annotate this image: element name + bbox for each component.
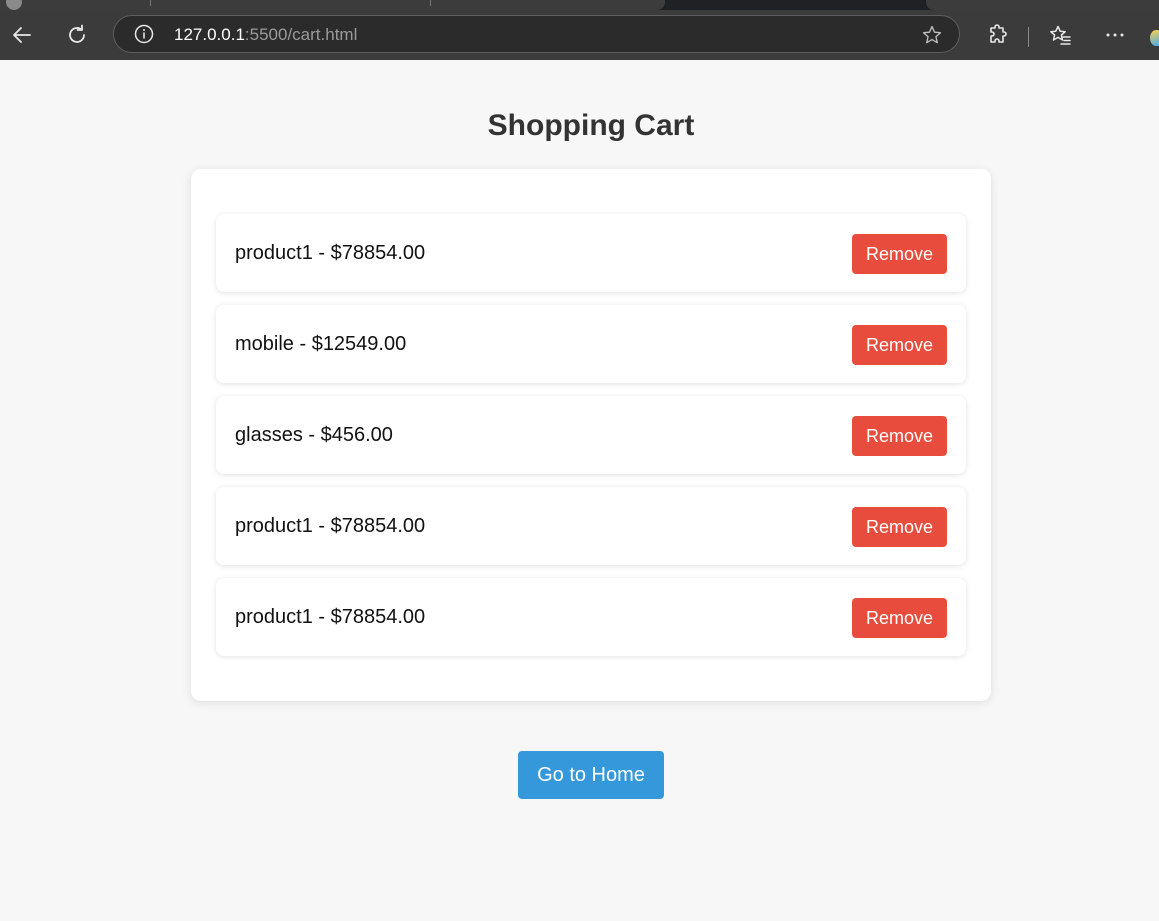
remove-button[interactable]: Remove [852,234,947,274]
cart-item: product1 - $78854.00 Remove [216,578,966,656]
url-text[interactable]: 127.0.0.1:5500/cart.html [174,25,357,45]
remove-button[interactable]: Remove [852,598,947,638]
tab-favicon-icon [6,0,22,10]
address-bar[interactable]: 127.0.0.1:5500/cart.html [113,15,960,53]
browser-toolbar: 127.0.0.1:5500/cart.html [0,10,1159,60]
url-host: 127.0.0.1 [174,25,245,44]
more-menu-icon [1106,33,1124,37]
cart-item-label: product1 - $78854.00 [235,515,426,537]
cart-item: glasses - $456.00 Remove [216,396,966,474]
remove-button[interactable]: Remove [852,325,947,365]
refresh-icon [69,24,85,43]
cart-container: product1 - $78854.00 Remove mobile - $1254… [191,169,991,701]
back-button[interactable] [7,20,37,50]
cart-item-label: mobile - $12549.00 [235,333,407,355]
browser-tab-strip [0,0,1159,10]
cart-item-label: glasses - $456.00 [235,424,393,446]
active-tab[interactable] [0,0,665,10]
cart-list: product1 - $78854.00 Remove mobile - $1254… [216,214,966,669]
page-title: Shopping Cart [487,109,695,142]
site-info-button[interactable] [134,24,154,44]
remove-button[interactable]: Remove [852,507,947,547]
remove-button[interactable]: Remove [852,416,947,456]
page-content: Shopping Cart product1 - $78854.00 Remove… [0,60,1159,921]
star-icon [922,25,942,44]
more-menu-button[interactable] [1100,20,1130,50]
refresh-button[interactable] [62,20,92,50]
cart-item-label: product1 - $78854.00 [235,242,426,264]
url-path: :5500/cart.html [244,25,358,44]
back-arrow-icon [13,27,31,43]
favorites-list-icon [1050,25,1071,45]
extensions-button[interactable] [983,20,1013,50]
copilot-icon[interactable] [1150,30,1159,46]
info-icon [134,24,154,44]
tab-separator [430,0,431,6]
favorites-button[interactable] [1045,20,1075,50]
favorite-button[interactable] [921,24,943,46]
cart-item: product1 - $78854.00 Remove [216,214,966,292]
inactive-tab[interactable] [926,0,1159,10]
cart-item: mobile - $12549.00 Remove [216,305,966,383]
go-to-home-button[interactable]: Go to Home [518,751,664,799]
tab-separator [150,0,151,6]
toolbar-divider [1028,27,1029,47]
extensions-icon [990,24,1007,43]
cart-item-label: product1 - $78854.00 [235,606,426,628]
cart-item: product1 - $78854.00 Remove [216,487,966,565]
